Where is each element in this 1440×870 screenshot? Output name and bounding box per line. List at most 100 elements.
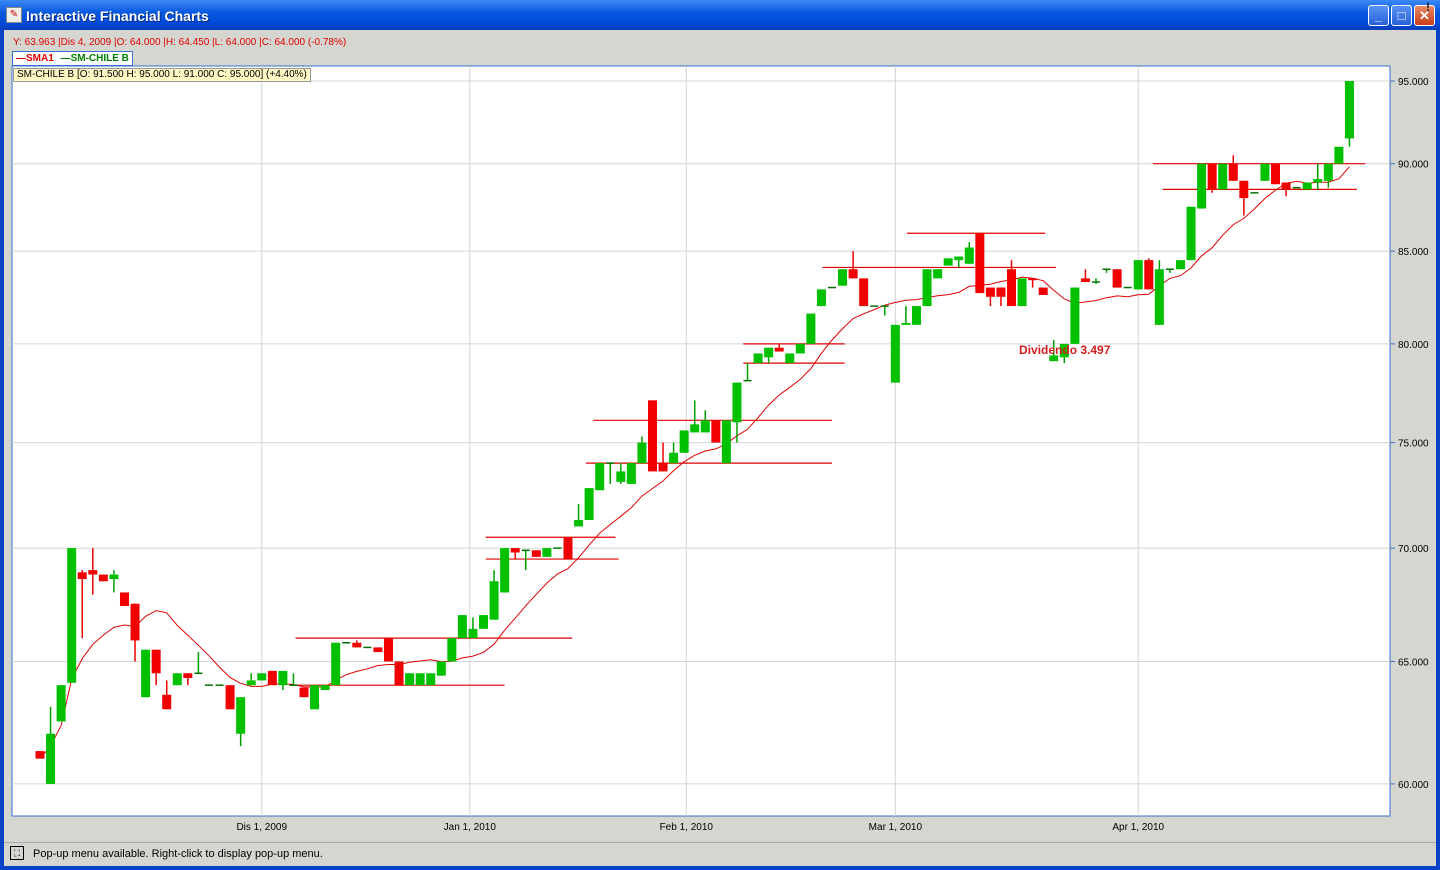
candle [1271,163,1281,185]
x-tick-label: Feb 1, 2010 [660,822,714,833]
candle-body [447,638,457,662]
candle [563,537,573,560]
close-button[interactable]: ✕ [1414,5,1435,26]
candle-body [1228,163,1238,181]
candle [1175,260,1185,270]
candlestick-chart[interactable]: 60.000 65.000 70.000 75.000 80.000 85.000 90.0… [4,30,1436,842]
candle-body [130,603,140,641]
candle-body [1323,163,1333,181]
candle [447,638,457,662]
candle-body [933,269,943,279]
candle [426,673,436,686]
candle-body [98,574,108,582]
status-text: Pop-up menu available. Right-click to di… [33,848,323,860]
candle-body [299,687,309,698]
candle-body [468,628,478,639]
candle-body [690,424,700,433]
candle-body [785,353,795,364]
candle [119,592,129,607]
candle-body [531,550,541,557]
candle-body [162,694,172,710]
warning-icon: ! [1426,0,1430,14]
y-tick-label: 95.000 [1398,77,1429,88]
candle-body [479,615,489,629]
candle [785,353,795,364]
candle [1070,287,1080,344]
y-tick-label: 60.000 [1398,780,1429,791]
candle [383,638,393,662]
candle-body [1281,182,1291,190]
candle-body [595,463,605,491]
x-tick-label: Dis 1, 2009 [236,822,287,833]
candle-body [373,647,383,653]
candle [1197,163,1207,209]
candle [933,269,943,279]
candle-body [584,488,594,520]
candle-body [1260,163,1270,181]
candle [595,463,605,491]
candle-body [394,661,404,686]
candle [890,324,900,383]
candle [859,278,869,307]
maximize-button[interactable]: □ [1391,5,1412,26]
candle-body [806,313,816,344]
candle [1218,163,1228,190]
candle-body [954,256,964,261]
ohlc-tooltip: SM-CHILE B [O: 91.500 H: 95.000 L: 91.00… [13,68,311,82]
candle-body [1007,269,1017,307]
candle-body [183,673,193,679]
candle-body [647,400,657,472]
candle-body [911,306,921,325]
candle-body [1186,206,1196,261]
status-bar: ⛶ Pop-up menu available. Right-click to … [4,842,1436,865]
candle [1207,163,1217,193]
candle [141,649,151,698]
candle [405,673,415,686]
candle-body [753,353,763,364]
candle-body [320,685,330,690]
candle [1154,260,1164,325]
window-title: Interactive Financial Charts [26,8,209,24]
candle [436,661,446,676]
candle-body [1197,163,1207,209]
candle [753,353,763,364]
candle [98,574,108,582]
candle-body [732,382,742,423]
candle-body [1144,260,1154,290]
candle-body [257,673,267,681]
y-tick-label: 75.000 [1398,439,1429,450]
candle [394,661,404,686]
candle-body [922,269,932,307]
candle-body [679,430,689,453]
candle-body [331,642,341,686]
candle-body [637,442,647,464]
candle-body [1207,163,1217,190]
candle-body [943,258,953,266]
candle-body [246,680,256,686]
candle-body [119,592,129,607]
minimize-button[interactable]: _ [1368,5,1389,26]
candle-body [542,548,552,557]
candle-body [1271,163,1281,185]
candle [711,420,721,443]
candle [1186,206,1196,261]
candle-body [278,670,288,686]
candle [911,306,921,325]
candle-body [721,420,731,464]
candle [721,420,731,464]
candle-body [426,673,436,686]
candle-body [901,322,911,325]
candle [1302,182,1312,190]
popup-menu-icon: ⛶ [10,846,24,860]
candle-body [141,649,151,698]
candle [1334,146,1344,164]
candle-body [816,289,826,307]
candle-body [563,537,573,560]
chart-window: Y: 63.963 |Dis 4, 2009 |O: 64.000 |H: 64… [4,30,1436,866]
candle-body [1334,146,1344,164]
candle-body [1133,260,1143,290]
candle-body [964,247,974,264]
candle [1133,260,1143,290]
candle [943,258,953,266]
candle-body [1239,180,1249,199]
